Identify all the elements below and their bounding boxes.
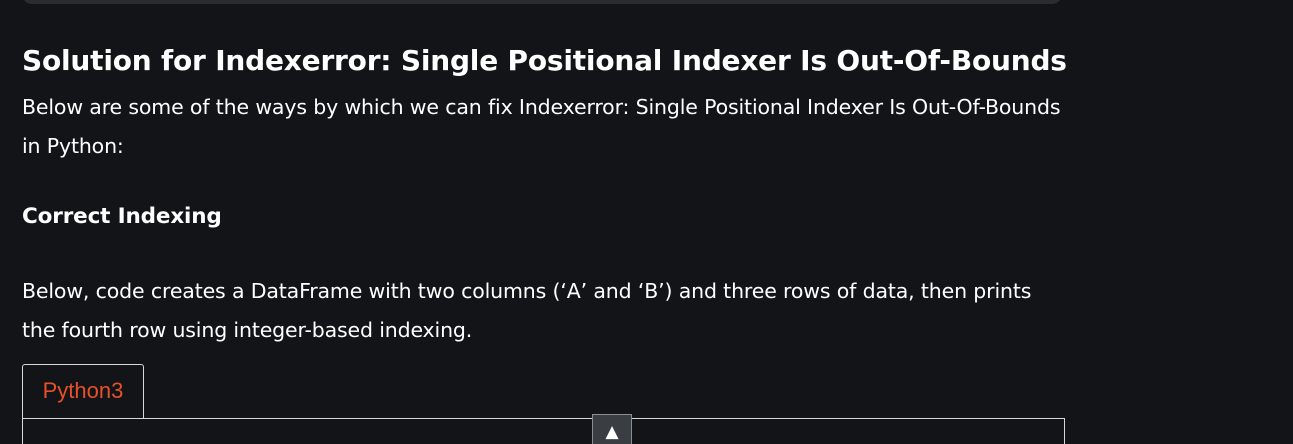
subsection-title: Correct Indexing xyxy=(22,204,222,229)
description-paragraph: Below, code creates a DataFrame with two… xyxy=(22,279,1032,342)
caret-up-icon: ▲ xyxy=(605,422,619,442)
section-title: Solution for Indexerror: Single Position… xyxy=(22,44,1067,77)
top-content-bar xyxy=(22,0,1062,4)
code-panel xyxy=(22,418,1065,444)
intro-paragraph: Below are some of the ways by which we c… xyxy=(22,95,1061,158)
collapse-toggle-button[interactable]: ▲ xyxy=(592,414,632,444)
code-language-tab-python3[interactable]: Python3 xyxy=(22,364,144,418)
